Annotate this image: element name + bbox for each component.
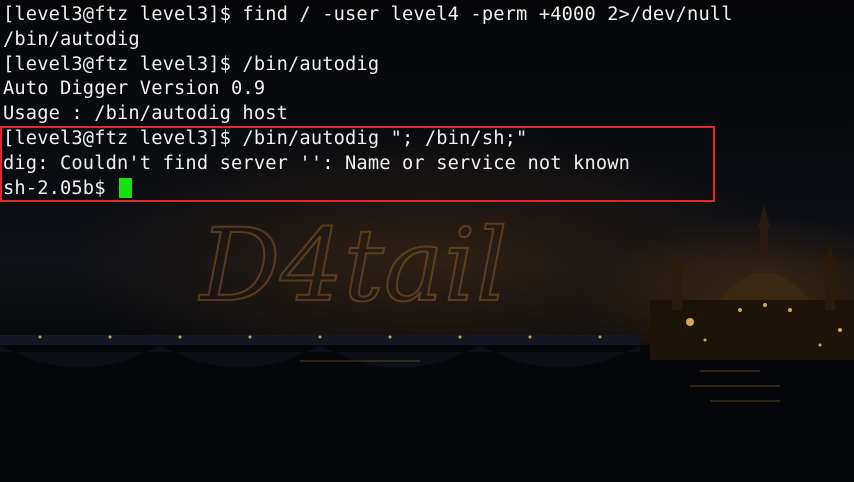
terminal-line: Usage : /bin/autodig host (3, 103, 289, 125)
terminal-line: Auto Digger Version 0.9 (3, 78, 266, 100)
river (0, 345, 854, 482)
terminal-line: [level3@ftz level3]$ /bin/autodig (3, 53, 380, 75)
terminal-line: /bin/autodig (3, 28, 140, 50)
terminal-window[interactable]: D4tail [level3@ftz level3]$ find / -user… (0, 0, 854, 482)
parliament-silhouette (650, 205, 854, 360)
highlight-box (0, 126, 715, 202)
wallpaper-watermark: D4tail (198, 207, 508, 324)
terminal-line: [level3@ftz level3]$ find / -user level4… (3, 4, 733, 25)
